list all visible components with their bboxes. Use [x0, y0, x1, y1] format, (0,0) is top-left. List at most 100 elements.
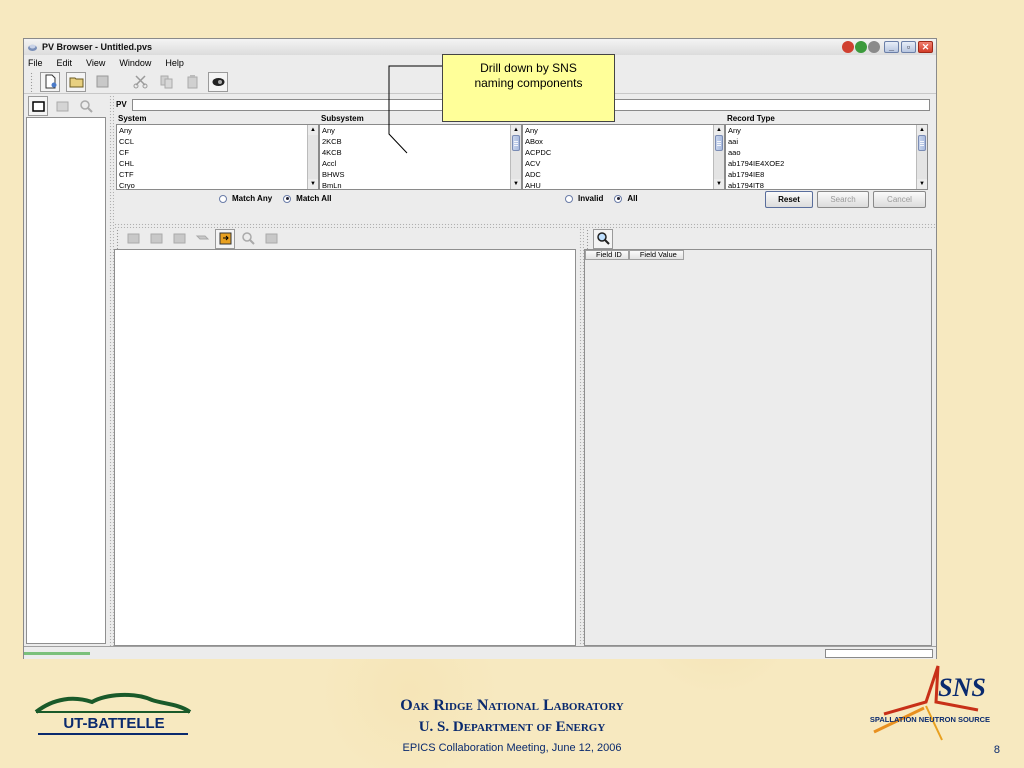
probe-button[interactable]	[208, 71, 228, 92]
match-any-radio[interactable]	[219, 194, 227, 203]
scroll-up-icon[interactable]: ▲	[714, 125, 724, 135]
match-all-label[interactable]: Match All	[296, 194, 331, 203]
minimize-button[interactable]: _	[884, 41, 899, 53]
nav-search-button[interactable]	[76, 96, 96, 116]
invalid-radio[interactable]	[565, 194, 573, 203]
menu-edit[interactable]: Edit	[57, 58, 73, 68]
scroll-up-icon[interactable]: ▲	[917, 125, 927, 135]
device-list[interactable]: Any ABox ACPDC ACV ADC AHU ▲ ▼	[522, 124, 725, 190]
list-item[interactable]: ab1794IE4XOE2	[726, 158, 916, 169]
list-item[interactable]: CCL	[117, 136, 307, 147]
results-find-button[interactable]	[238, 229, 258, 249]
callout-box: Drill down by SNS naming components	[442, 54, 615, 122]
close-button[interactable]: ✕	[918, 41, 933, 53]
details-search-button[interactable]	[593, 228, 613, 249]
open-folder-icon	[69, 77, 83, 88]
magnifier-icon	[596, 232, 610, 245]
toolbar-grip[interactable]	[116, 228, 120, 249]
all-radio[interactable]	[614, 194, 623, 203]
reset-button[interactable]: Reset	[765, 191, 813, 208]
results-btn-3[interactable]	[169, 229, 189, 249]
list-item[interactable]: 4KCB	[320, 147, 510, 158]
list-item[interactable]: ABox	[523, 136, 713, 147]
list-item[interactable]: ab1794IE8	[726, 169, 916, 180]
match-any-label[interactable]: Match Any	[232, 194, 272, 203]
search-button[interactable]: Search	[817, 191, 869, 208]
new-button[interactable]	[40, 71, 60, 92]
device-scrollbar[interactable]: ▲ ▼	[713, 125, 724, 189]
menu-help[interactable]: Help	[165, 58, 184, 68]
list-item[interactable]: aai	[726, 136, 916, 147]
copy-button[interactable]	[156, 72, 176, 92]
maximize-button[interactable]: ▫	[901, 41, 916, 53]
paste-button[interactable]	[182, 72, 202, 92]
list-item[interactable]: ACPDC	[523, 147, 713, 158]
callout-line-2: naming components	[474, 76, 583, 90]
scroll-thumb[interactable]	[715, 135, 723, 151]
toolbar-grip[interactable]	[586, 228, 590, 249]
invalid-label[interactable]: Invalid	[578, 194, 603, 203]
record-type-list[interactable]: Any aai aao ab1794IE4XOE2 ab1794IE8 ab17…	[725, 124, 928, 190]
subsystem-list[interactable]: Any 2KCB 4KCB Accl BHWS BmLn ▲ ▼	[319, 124, 522, 190]
field-value-header[interactable]: Field Value	[628, 250, 684, 260]
page-number: 8	[993, 744, 1000, 756]
list-item[interactable]: Any	[726, 125, 916, 136]
results-btn-4[interactable]	[192, 229, 212, 249]
scroll-down-icon[interactable]: ▼	[917, 179, 927, 189]
cancel-button[interactable]: Cancel	[873, 191, 926, 208]
list-item[interactable]: Any	[117, 125, 307, 136]
navigator-tree[interactable]	[26, 117, 106, 644]
record-type-scrollbar[interactable]: ▲ ▼	[916, 125, 927, 189]
nav-window-button[interactable]	[28, 96, 48, 116]
list-item[interactable]: Any	[320, 125, 510, 136]
results-btn-7[interactable]	[261, 229, 281, 249]
list-item[interactable]: BHWS	[320, 169, 510, 180]
title-bar: PV Browser - Untitled.pvs _ ▫ ✕	[24, 39, 936, 55]
list-item[interactable]: aao	[726, 147, 916, 158]
menu-window[interactable]: Window	[119, 58, 151, 68]
results-export-button[interactable]	[215, 228, 235, 249]
list-item[interactable]: 2KCB	[320, 136, 510, 147]
system-list[interactable]: Any CCL CF CHL CTF Cryo ▲ ▼	[116, 124, 319, 190]
list-item[interactable]: AHU	[523, 180, 713, 189]
magnifier-icon	[241, 232, 255, 245]
results-list[interactable]	[114, 249, 576, 646]
menu-view[interactable]: View	[86, 58, 105, 68]
scroll-up-icon[interactable]: ▲	[308, 125, 318, 135]
scroll-down-icon[interactable]: ▼	[308, 179, 318, 189]
export-icon	[219, 232, 231, 245]
open-button[interactable]	[66, 71, 86, 92]
scroll-down-icon[interactable]: ▼	[714, 179, 724, 189]
menu-file[interactable]: File	[28, 58, 43, 68]
save-button[interactable]	[92, 72, 112, 92]
list-item[interactable]: Accl	[320, 158, 510, 169]
scroll-down-icon[interactable]: ▼	[511, 179, 521, 189]
nav-table-button[interactable]	[52, 96, 72, 116]
subsystem-scrollbar[interactable]: ▲ ▼	[510, 125, 521, 189]
scroll-up-icon[interactable]: ▲	[511, 125, 521, 135]
list-item[interactable]: Any	[523, 125, 713, 136]
system-scrollbar[interactable]: ▲ ▼	[307, 125, 318, 189]
scroll-thumb[interactable]	[918, 135, 926, 151]
results-btn-1[interactable]	[123, 229, 143, 249]
list-item[interactable]: ACV	[523, 158, 713, 169]
list-item[interactable]: CF	[117, 147, 307, 158]
status-bar	[24, 646, 936, 659]
toolbar-grip[interactable]	[30, 71, 34, 92]
all-label[interactable]: All	[627, 194, 637, 203]
field-id-header[interactable]: Field ID	[585, 250, 629, 260]
list-item[interactable]: Cryo	[117, 180, 307, 189]
stack-icon	[195, 235, 209, 240]
sns-logo: SNS SPALLATION NEUTRON SOURCE	[870, 665, 990, 741]
results-btn-2[interactable]	[146, 229, 166, 249]
scroll-thumb[interactable]	[512, 135, 520, 151]
list-item[interactable]: CHL	[117, 158, 307, 169]
list-item[interactable]: CTF	[117, 169, 307, 180]
cut-button[interactable]	[130, 72, 150, 92]
list-item[interactable]: ab1794IT8	[726, 180, 916, 189]
details-table[interactable]: Field ID Field Value	[584, 249, 932, 646]
list-item[interactable]: BmLn	[320, 180, 510, 189]
record-type-header: Record Type	[727, 114, 775, 123]
match-all-radio[interactable]	[283, 194, 292, 203]
list-item[interactable]: ADC	[523, 169, 713, 180]
